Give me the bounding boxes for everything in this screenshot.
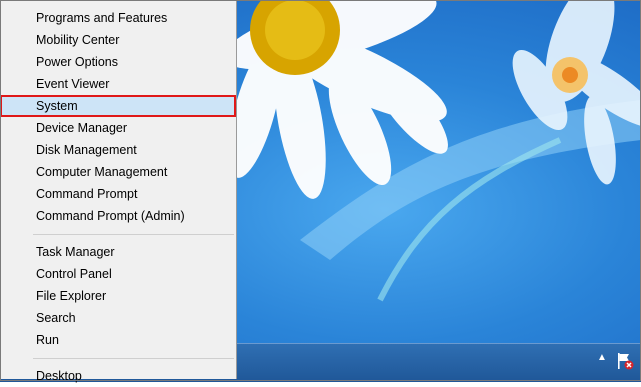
- chevron-up-icon[interactable]: ▲: [597, 352, 607, 363]
- menu-item-programs-and-features[interactable]: Programs and Features: [0, 7, 236, 29]
- menu-item-disk-management[interactable]: Disk Management: [0, 139, 236, 161]
- menu-item-search[interactable]: Search: [0, 307, 236, 329]
- menu-item-computer-management[interactable]: Computer Management: [0, 161, 236, 183]
- menu-item-task-manager[interactable]: Task Manager: [0, 241, 236, 263]
- menu-item-system[interactable]: System: [0, 95, 236, 117]
- menu-separator: [33, 358, 234, 359]
- menu-item-mobility-center[interactable]: Mobility Center: [0, 29, 236, 51]
- menu-item-run[interactable]: Run: [0, 329, 236, 351]
- menu-item-command-prompt-admin[interactable]: Command Prompt (Admin): [0, 205, 236, 227]
- menu-item-control-panel[interactable]: Control Panel: [0, 263, 236, 285]
- menu-separator: [33, 234, 234, 235]
- menu-item-event-viewer[interactable]: Event Viewer: [0, 73, 236, 95]
- action-center-flag-icon[interactable]: [615, 351, 635, 371]
- menu-item-power-options[interactable]: Power Options: [0, 51, 236, 73]
- menu-item-file-explorer[interactable]: File Explorer: [0, 285, 236, 307]
- menu-item-device-manager[interactable]: Device Manager: [0, 117, 236, 139]
- menu-item-desktop[interactable]: Desktop: [0, 365, 236, 387]
- menu-item-command-prompt[interactable]: Command Prompt: [0, 183, 236, 205]
- win-x-quick-link-menu: Programs and Features Mobility Center Po…: [0, 0, 237, 383]
